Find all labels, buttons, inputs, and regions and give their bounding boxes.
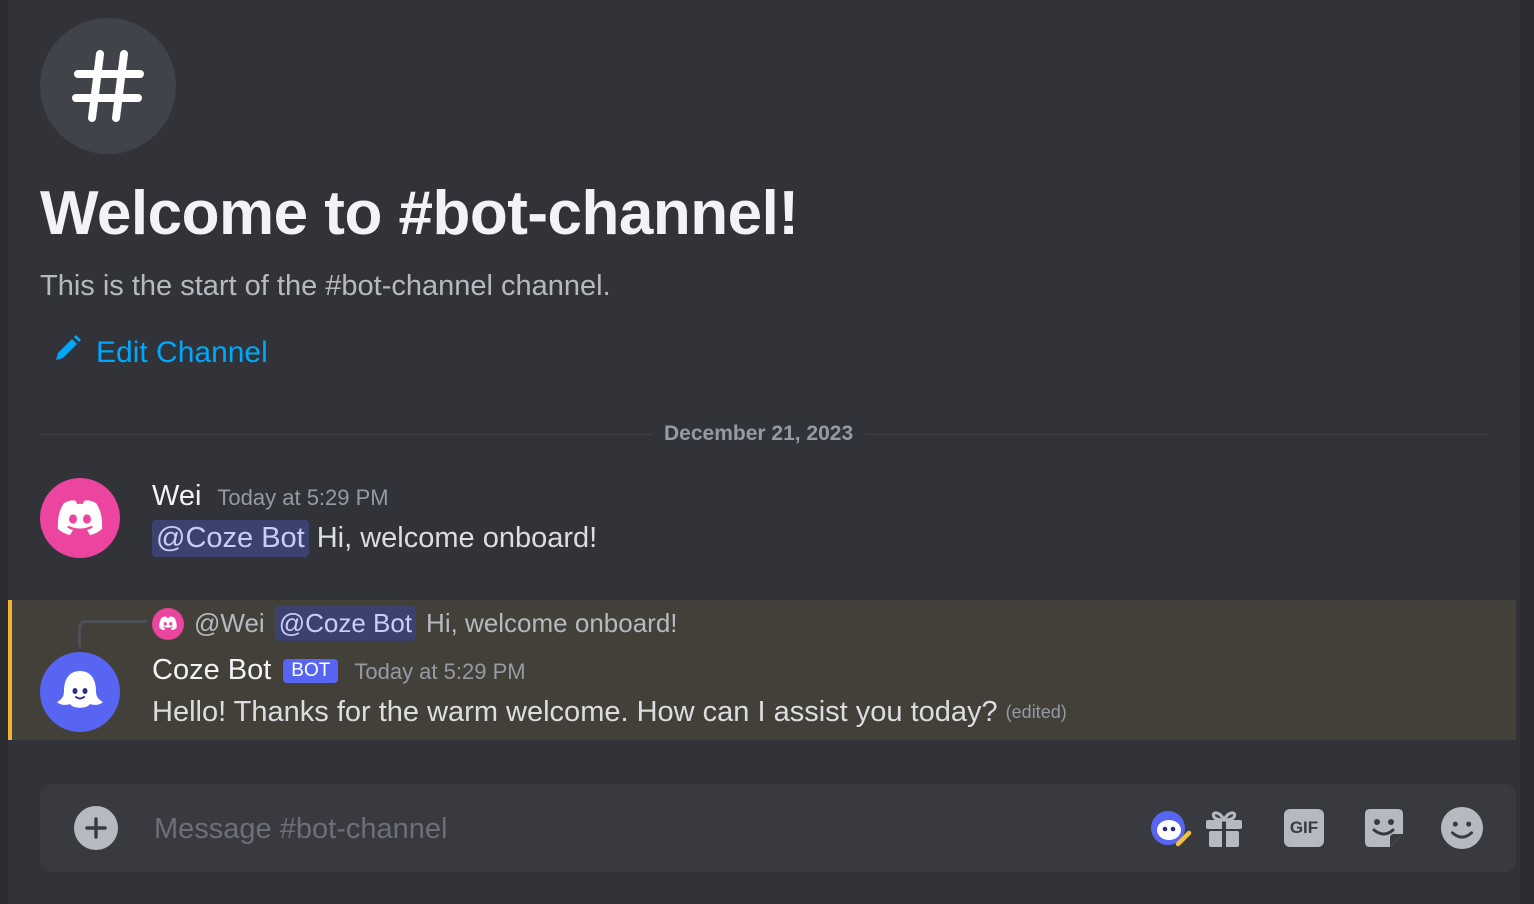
reply-avatar <box>152 607 184 640</box>
message-author[interactable]: Coze Bot <box>152 654 271 687</box>
ghost-icon <box>57 671 103 708</box>
message-composer: GIF <box>40 784 1516 872</box>
coze-app-icon <box>1151 811 1192 847</box>
avatar[interactable] <box>40 478 120 558</box>
gif-icon: GIF <box>1284 809 1324 847</box>
reply-text: Hi, welcome onboard! <box>426 608 678 638</box>
discord-logo-icon <box>57 500 103 535</box>
sticker-button[interactable] <box>1362 806 1406 850</box>
emoji-icon <box>1440 806 1484 850</box>
message-author[interactable]: Wei <box>152 480 201 513</box>
message-content: @Coze Bot Hi, welcome onboard! <box>152 520 597 557</box>
pencil-icon <box>52 334 82 372</box>
edit-channel-link[interactable]: Edit Channel <box>52 334 268 372</box>
message-header: Coze Bot BOT Today at 5:29 PM <box>152 654 526 687</box>
message-text: Hi, welcome onboard! <box>316 522 598 554</box>
gift-icon <box>1206 811 1242 847</box>
message-content: Hello! Thanks for the warm welcome. How … <box>152 696 1067 729</box>
reply-author[interactable]: @Wei <box>194 608 265 639</box>
user-mention[interactable]: @Coze Bot <box>152 520 309 557</box>
reply-mention[interactable]: @Coze Bot <box>274 606 417 641</box>
page-title: Welcome to #bot-channel! <box>40 179 799 248</box>
gif-button[interactable]: GIF <box>1282 806 1326 850</box>
message-header: Wei Today at 5:29 PM <box>152 480 389 513</box>
message-timestamp[interactable]: Today at 5:29 PM <box>217 485 388 511</box>
reply-connector <box>78 620 147 647</box>
message-input[interactable] <box>152 802 1116 856</box>
reply-preview[interactable]: @Wei @Coze Bot Hi, welcome onboard! <box>152 606 678 641</box>
edited-label: (edited) <box>1005 702 1067 722</box>
welcome-subtitle: This is the start of the #bot-channel ch… <box>40 270 611 302</box>
gift-button[interactable] <box>1202 806 1246 850</box>
emoji-button[interactable] <box>1440 806 1484 850</box>
coze-app-button[interactable] <box>1148 806 1192 850</box>
message-timestamp[interactable]: Today at 5:29 PM <box>354 659 525 685</box>
upload-plus-button[interactable] <box>74 806 118 850</box>
message-text: Hello! Thanks for the warm welcome. How … <box>152 696 998 728</box>
sticker-icon <box>1365 809 1403 847</box>
discord-logo-icon <box>159 616 177 631</box>
divider-date: December 21, 2023 <box>652 422 866 446</box>
bot-avatar[interactable] <box>40 652 120 732</box>
left-edge-strip <box>0 0 8 904</box>
bot-badge: BOT <box>283 659 339 683</box>
edit-channel-label: Edit Channel <box>96 336 268 369</box>
hashtag-icon <box>40 18 176 154</box>
gif-label: GIF <box>1289 818 1319 837</box>
plus-icon <box>85 817 107 839</box>
scrollbar-track[interactable] <box>1520 0 1534 904</box>
